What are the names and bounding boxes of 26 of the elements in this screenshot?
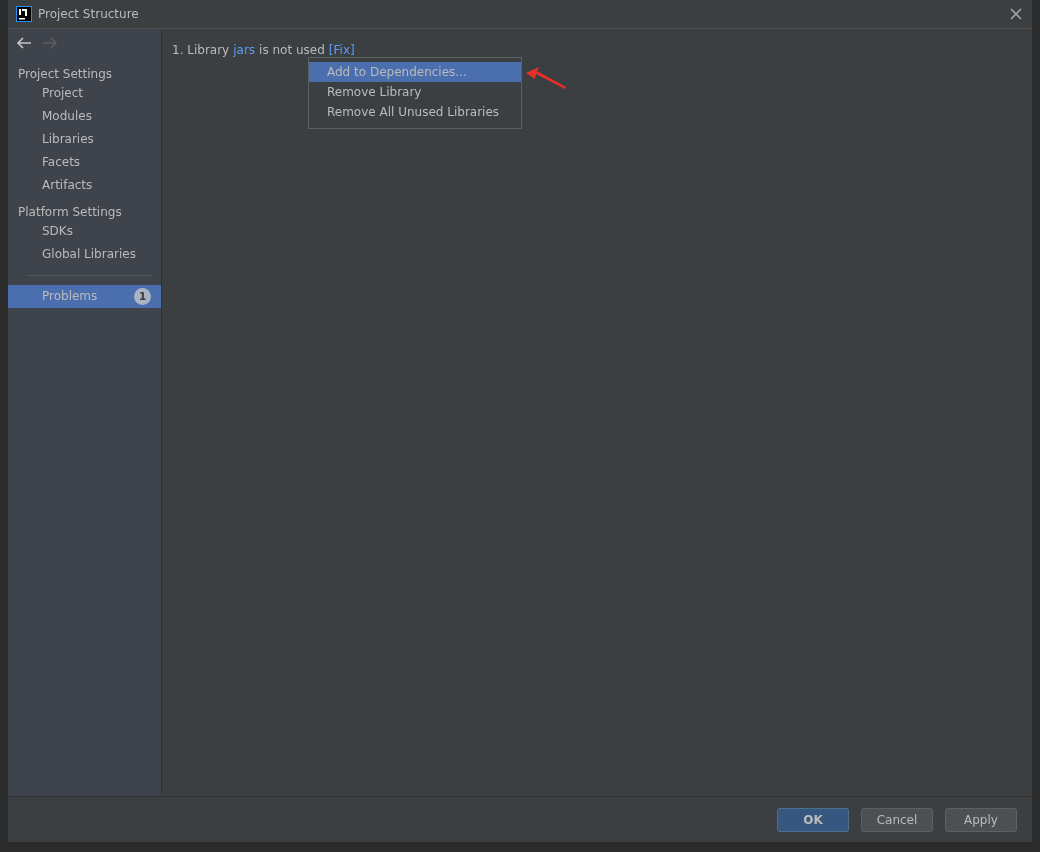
sidebar-item[interactable]: Project bbox=[8, 82, 161, 105]
sidebar-item[interactable]: Libraries bbox=[8, 128, 161, 151]
problem-text: 1. Library bbox=[172, 43, 230, 57]
annotation-arrow-icon bbox=[525, 67, 567, 89]
sidebar-item[interactable]: Global Libraries bbox=[8, 243, 161, 266]
section-header: Project Settings bbox=[17, 66, 114, 83]
app-logo-icon bbox=[16, 6, 32, 22]
dialog-button[interactable]: Cancel bbox=[861, 807, 933, 832]
dialog-button[interactable]: Apply bbox=[945, 807, 1017, 832]
dialog-button[interactable]: OK bbox=[777, 807, 849, 832]
sidebar-item[interactable]: Artifacts bbox=[8, 174, 161, 197]
library-link[interactable]: jars bbox=[233, 43, 256, 57]
menu-item[interactable]: Remove Library bbox=[309, 82, 521, 102]
sidebar-item[interactable]: Facets bbox=[8, 151, 161, 174]
menu-item[interactable]: Add to Dependencies... bbox=[309, 62, 521, 82]
sidebar-item[interactable]: Problems 1 bbox=[8, 285, 161, 308]
sidebar-item[interactable]: Modules bbox=[8, 105, 161, 128]
menu-item[interactable]: Remove All Unused Libraries bbox=[309, 102, 521, 122]
fix-link[interactable]: [Fix] bbox=[328, 43, 355, 57]
close-icon[interactable] bbox=[1010, 8, 1022, 20]
count-badge: 1 bbox=[134, 288, 151, 305]
problem-text: is not used bbox=[259, 43, 325, 57]
window-title: Project Structure bbox=[38, 7, 139, 21]
sidebar-item[interactable]: SDKs bbox=[8, 220, 161, 243]
back-arrow-icon[interactable] bbox=[16, 37, 32, 49]
section-header: Platform Settings bbox=[17, 204, 123, 221]
